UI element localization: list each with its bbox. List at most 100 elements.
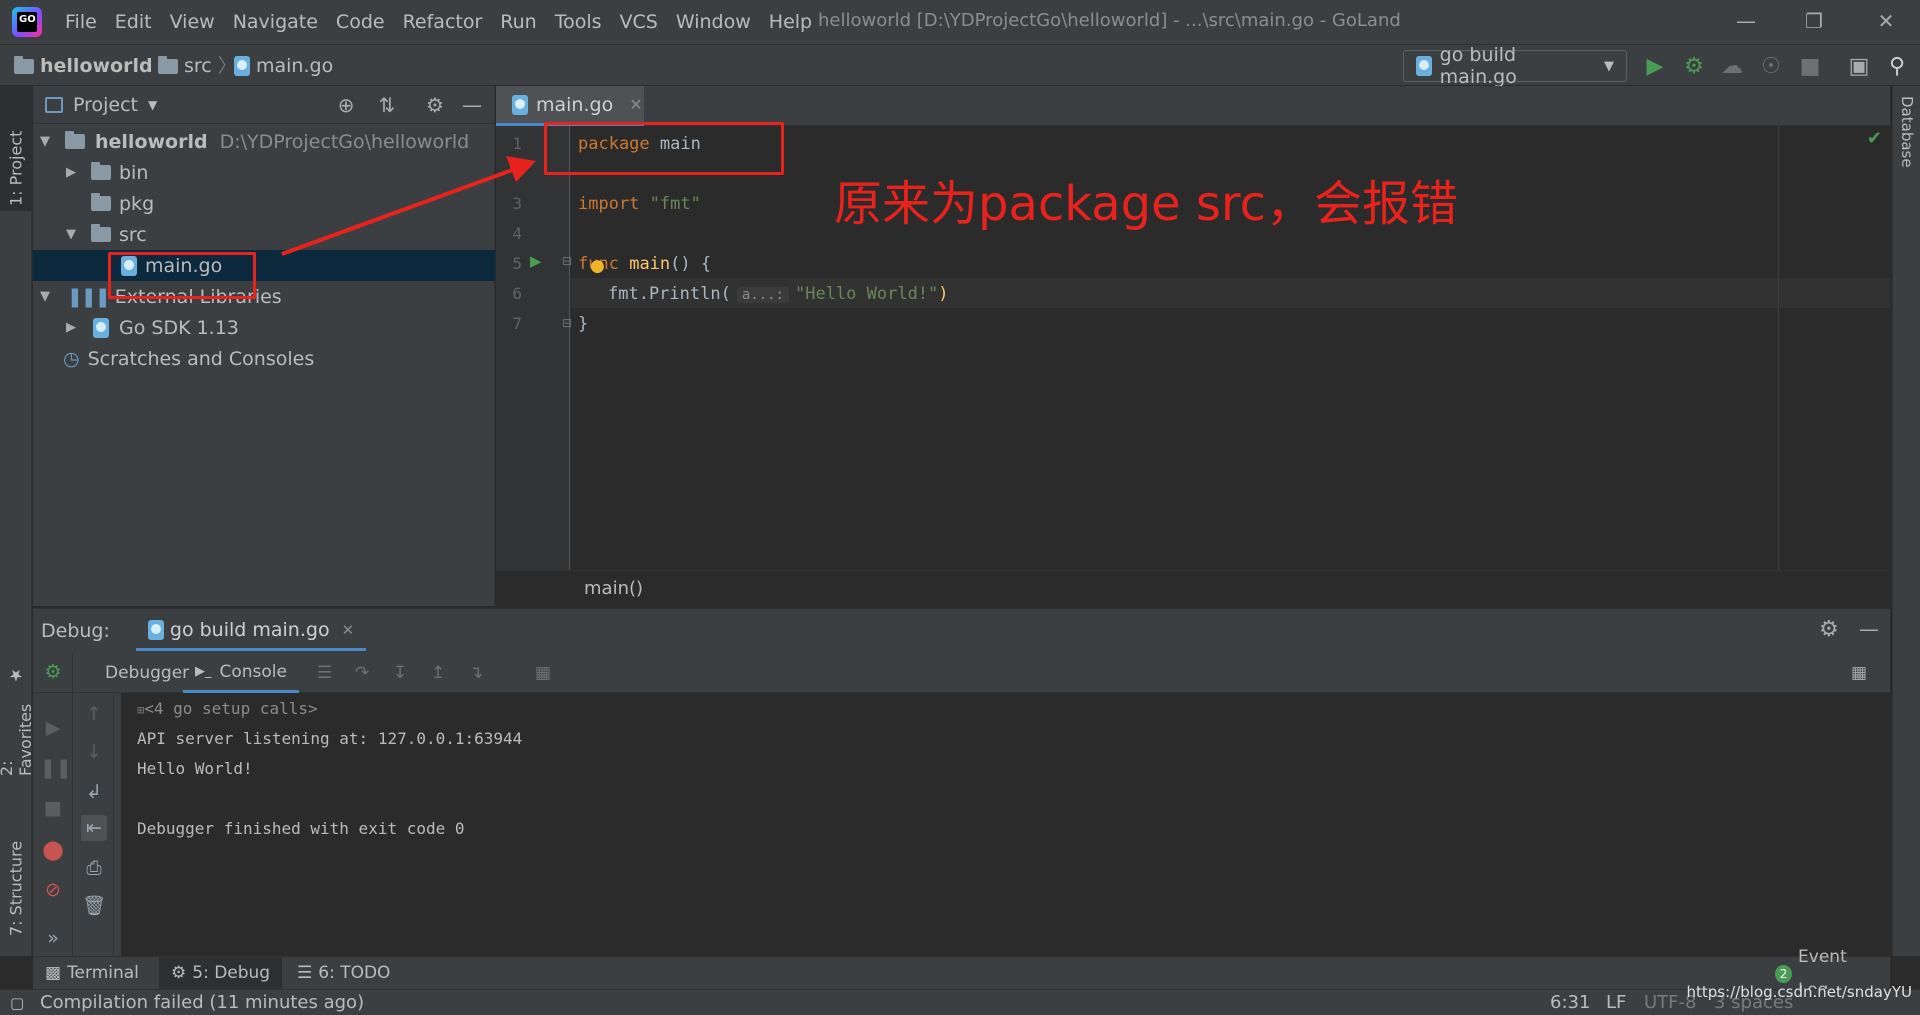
profile-icon[interactable]: ☉ (1758, 54, 1784, 80)
menu-run[interactable]: Run (491, 0, 545, 44)
console-icon: ▶_ (195, 663, 212, 679)
close-window-icon[interactable]: ✕ (1858, 0, 1914, 42)
tree-item-external-libraries[interactable]: ▼ ❚❚❚ External Libraries (33, 281, 495, 312)
hide-panel-icon[interactable]: — (1859, 617, 1879, 641)
resume-icon[interactable]: ▶ (40, 715, 66, 741)
hide-panel-icon[interactable]: — (459, 92, 485, 118)
soft-wrap-icon[interactable]: ↲ (81, 779, 107, 805)
menu-tools[interactable]: Tools (546, 0, 611, 44)
stop-icon[interactable]: ■ (40, 795, 66, 821)
tab-terminal-label: Terminal (67, 963, 139, 983)
menu-vcs[interactable]: VCS (611, 0, 667, 44)
collapsed-arrow-icon[interactable]: ▶ (63, 320, 79, 335)
locate-file-icon[interactable]: ⊕ (333, 92, 359, 118)
stop-icon[interactable]: ■ (1797, 54, 1823, 80)
dropdown-arrow-icon[interactable]: ▼ (148, 98, 157, 112)
menu-view[interactable]: View (161, 0, 224, 44)
line-number: 1 (512, 134, 522, 153)
line-separator[interactable]: LF (1606, 990, 1626, 1015)
close-tab-icon[interactable]: ✕ (629, 95, 642, 114)
right-tool-strip: Database (1892, 86, 1920, 956)
annotation-text: 原来为package src，会报错 (834, 176, 1458, 232)
coverage-icon[interactable]: ☁ (1719, 54, 1745, 80)
editor-tab-main-go[interactable]: main.go ✕ (496, 86, 644, 126)
view-breakpoints-icon[interactable]: ⬤ (40, 837, 66, 863)
expanded-arrow-icon[interactable]: ▼ (37, 134, 53, 149)
gear-icon[interactable]: ⚙ (422, 92, 448, 118)
tree-item-bin[interactable]: ▶ bin (33, 157, 495, 188)
tab-todo[interactable]: ☰ 6: TODO (285, 957, 402, 990)
layout-settings-icon[interactable]: ▦ (1851, 653, 1867, 693)
scratches-icon: ◷ (63, 347, 80, 370)
menu-navigate[interactable]: Navigate (224, 0, 327, 44)
function-breadcrumb[interactable]: main() (496, 570, 1890, 608)
run-icon[interactable]: ▶ (1642, 54, 1668, 80)
tree-item-main-go[interactable]: main.go (33, 250, 495, 281)
mute-breakpoints-icon[interactable]: ⊘ (40, 877, 66, 903)
scroll-down-icon[interactable]: ↓ (81, 739, 107, 765)
console-line-collapsed[interactable]: ⊞<4 go setup calls> (137, 699, 318, 718)
step-out-icon[interactable]: ↥ (431, 653, 445, 693)
fold-icon[interactable]: ⊟ (562, 254, 572, 268)
collapse-all-icon[interactable]: ⇅ (374, 92, 400, 118)
project-view-label[interactable]: Project (73, 94, 138, 116)
tab-terminal[interactable]: ▩ Terminal (33, 957, 151, 990)
breadcrumb-file[interactable]: main.go (234, 45, 333, 87)
tab-structure-label: 7: Structure (6, 840, 26, 936)
lightbulb-icon[interactable]: ● (590, 256, 605, 276)
menu-window[interactable]: Window (667, 0, 760, 44)
close-session-icon[interactable]: ✕ (342, 621, 355, 639)
tree-item-src[interactable]: ▼ src (33, 219, 495, 250)
fold-icon[interactable]: ⊟ (562, 316, 572, 330)
expanded-arrow-icon[interactable]: ▼ (63, 227, 79, 242)
terminal-window-icon[interactable]: ▣ (1846, 54, 1872, 80)
annotation-box-package-line (544, 122, 784, 175)
minimize-icon[interactable]: — (1718, 0, 1774, 42)
menu-code[interactable]: Code (327, 0, 394, 44)
debug-session-tab[interactable]: go build main.go ✕ (135, 611, 367, 651)
run-to-cursor-icon[interactable]: ↴ (469, 653, 483, 693)
gear-icon[interactable]: ⚙ (1819, 617, 1839, 642)
menu-refactor[interactable]: Refactor (394, 0, 492, 44)
scroll-up-icon[interactable]: ↑ (81, 701, 107, 727)
tree-item-pkg[interactable]: pkg (33, 188, 495, 219)
collapsed-arrow-icon[interactable]: ▶ (63, 165, 79, 180)
tab-console[interactable]: ▶_ Console (183, 653, 299, 693)
expanded-arrow-icon[interactable]: ▼ (37, 289, 53, 304)
menu-file[interactable]: File (56, 0, 106, 44)
restore-icon[interactable]: ❐ (1786, 0, 1842, 42)
tree-item-root[interactable]: ▼ helloworld D:\YDProjectGo\helloworld (33, 126, 495, 157)
tab-console-label: Console (219, 661, 288, 682)
scroll-to-end-icon[interactable]: ⇤ (81, 815, 107, 841)
status-toggle-icon[interactable]: ▢ (10, 990, 24, 1015)
breadcrumb-src[interactable]: src 〉 (158, 45, 237, 87)
tree-item-go-sdk[interactable]: ▶ Go SDK 1.13 (33, 312, 495, 343)
clear-all-icon[interactable]: 🗑 (81, 893, 107, 919)
tree-item-scratches[interactable]: ◷ Scratches and Consoles (33, 343, 495, 374)
tab-favorites[interactable]: 2: Favorites ★ (0, 666, 35, 776)
run-configuration-select[interactable]: go build main.go ▼ (1403, 44, 1627, 88)
tab-database[interactable]: Database (1893, 96, 1920, 196)
pause-icon[interactable]: ❚❚ (40, 755, 72, 781)
frames-icon[interactable]: ☰ (317, 653, 332, 693)
caret-position[interactable]: 6:31 (1550, 990, 1590, 1015)
more-icon[interactable]: » (40, 925, 66, 951)
menu-edit[interactable]: Edit (106, 0, 161, 44)
tab-debug[interactable]: ⚙ 5: Debug (159, 957, 283, 990)
step-over-icon[interactable]: ↷ (355, 653, 369, 693)
menu-help[interactable]: Help (760, 0, 821, 44)
debug-icon[interactable]: ⚙ (1681, 54, 1707, 80)
tab-structure[interactable]: 7: Structure (0, 816, 32, 936)
print-icon[interactable]: ⎙ (81, 855, 107, 881)
search-icon[interactable]: ⚲ (1884, 54, 1910, 80)
evaluate-icon[interactable]: ▦ (535, 653, 551, 693)
project-view-icon (45, 96, 63, 113)
run-gutter-icon[interactable]: ▶ (530, 252, 542, 270)
step-into-icon[interactable]: ↧ (393, 653, 407, 693)
status-message[interactable]: Compilation failed (11 minutes ago) (40, 990, 364, 1015)
console-line: Debugger finished with exit code 0 (137, 819, 465, 838)
console-output[interactable]: ⊞<4 go setup calls> API server listening… (121, 693, 1890, 957)
tab-project-tool-label: 1: Project (6, 130, 26, 206)
tab-project-tool[interactable]: 1: Project (0, 96, 32, 206)
breadcrumb-project[interactable]: helloworld 〉 (14, 45, 178, 87)
